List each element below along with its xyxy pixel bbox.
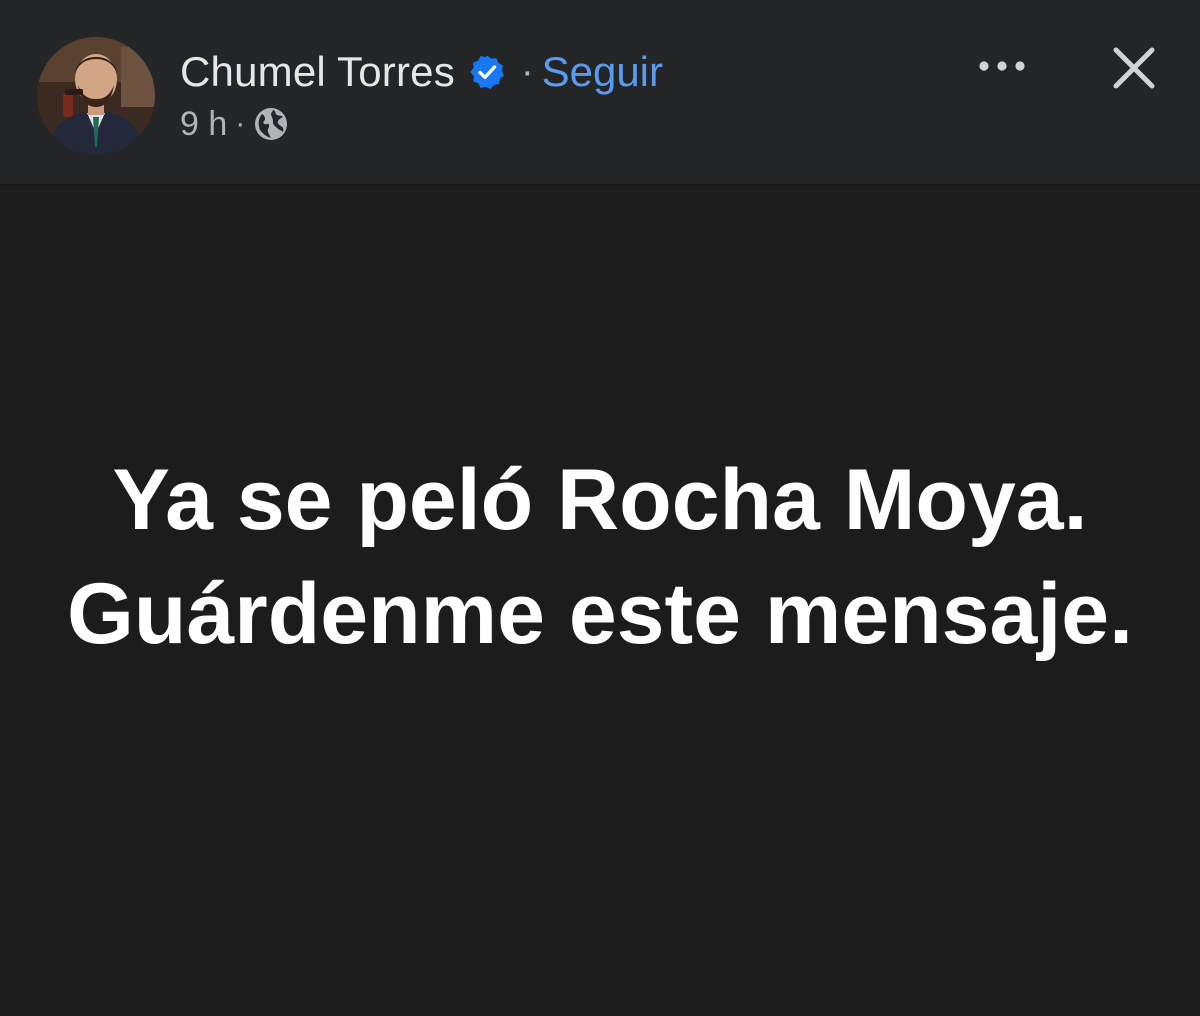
- follow-button[interactable]: Seguir: [542, 48, 663, 96]
- close-icon: [1113, 47, 1155, 89]
- author-name[interactable]: Chumel Torres: [180, 48, 455, 96]
- post-header: Chumel Torres · Seguir 9 h ·: [0, 0, 1200, 185]
- globe-icon[interactable]: [253, 106, 289, 142]
- close-button[interactable]: [1104, 38, 1164, 98]
- follow-separator: ·: [520, 50, 534, 93]
- post-meta: 9 h ·: [180, 102, 289, 146]
- verified-badge-icon: [469, 54, 505, 90]
- post-body: Ya se peló Rocha Moya. Guárdenme este me…: [0, 185, 1200, 1016]
- post-viewer: Chumel Torres · Seguir 9 h · Ya se peló …: [0, 0, 1200, 1016]
- post-timestamp[interactable]: 9 h: [180, 105, 227, 144]
- more-options-button[interactable]: [970, 46, 1034, 86]
- author-row: Chumel Torres · Seguir: [180, 44, 663, 100]
- author-avatar[interactable]: [37, 37, 155, 155]
- more-options-icon: [979, 61, 1025, 71]
- post-text: Ya se peló Rocha Moya. Guárdenme este me…: [67, 452, 1133, 662]
- meta-separator: ·: [235, 107, 246, 140]
- avatar-image: [37, 37, 155, 155]
